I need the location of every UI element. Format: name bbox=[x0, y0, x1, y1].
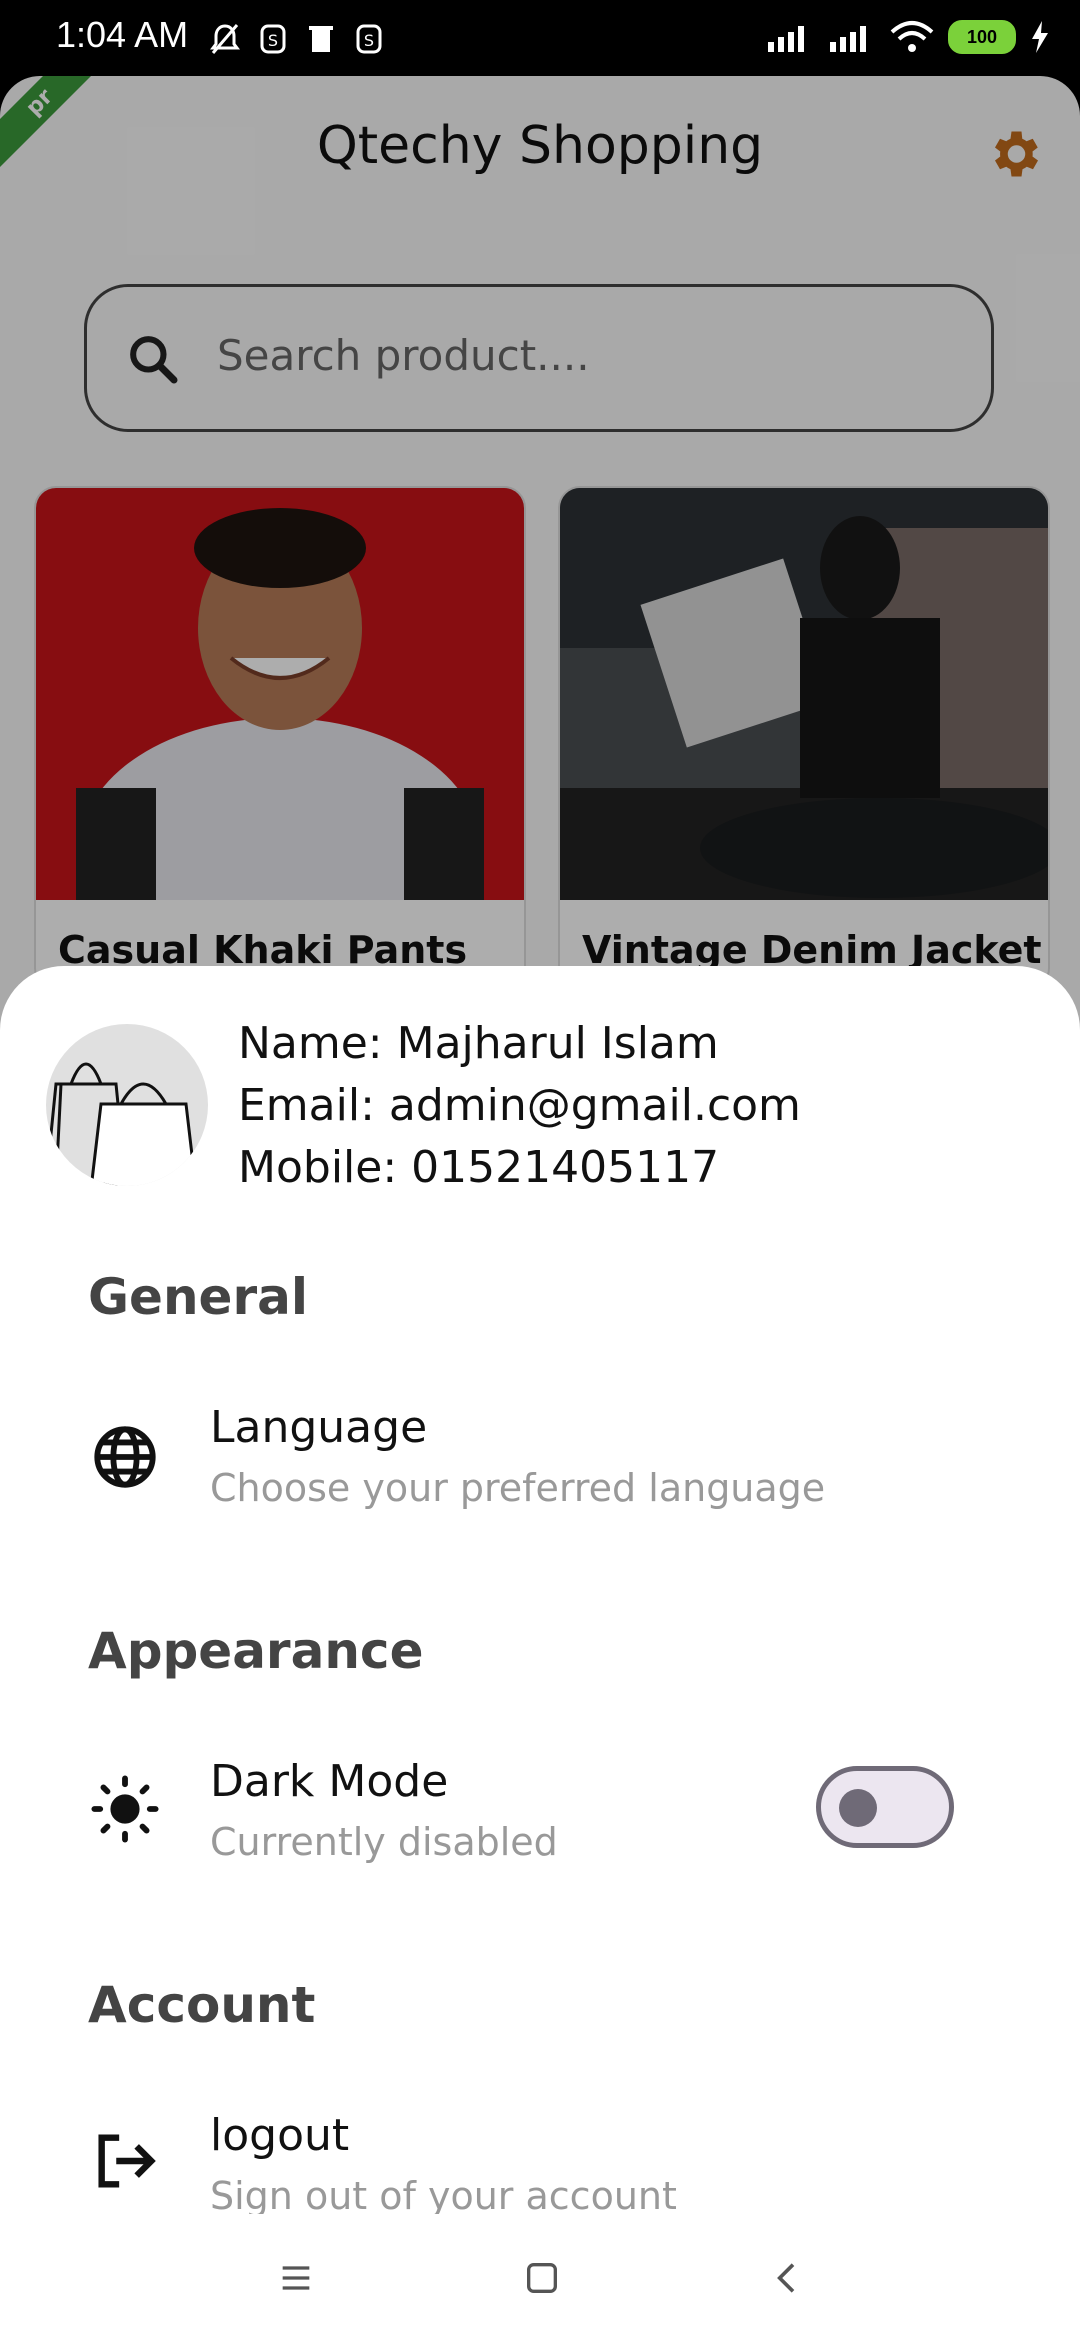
back-icon[interactable] bbox=[768, 2258, 808, 2298]
section-appearance: Appearance bbox=[88, 1622, 424, 1680]
sync-icon-2: S bbox=[356, 24, 382, 54]
sync-icon: S bbox=[260, 24, 286, 54]
profile-email: Email: admin@gmail.com bbox=[238, 1080, 801, 1131]
logout-subtitle: Sign out of your account bbox=[210, 2174, 677, 2218]
profile-mobile: Mobile: 01521405117 bbox=[238, 1142, 720, 1193]
language-subtitle: Choose your preferred language bbox=[210, 1466, 826, 1510]
language-title: Language bbox=[210, 1402, 428, 1453]
notification-icons: S S bbox=[210, 22, 384, 56]
signal-icon-2 bbox=[830, 26, 866, 52]
toggle-thumb bbox=[839, 1789, 877, 1827]
battery-indicator: 100 bbox=[948, 20, 1016, 54]
mute-icon bbox=[210, 24, 240, 54]
trash-icon bbox=[309, 26, 333, 52]
dark-mode-toggle[interactable] bbox=[816, 1766, 954, 1848]
system-icons: 100 bbox=[766, 20, 1050, 54]
logout-title: logout bbox=[210, 2110, 350, 2161]
globe-icon bbox=[94, 1426, 156, 1488]
charging-icon bbox=[1032, 21, 1048, 53]
svg-text:S: S bbox=[364, 31, 374, 50]
profile-name: Name: Majharul Islam bbox=[238, 1018, 719, 1069]
system-navigation-bar bbox=[0, 2214, 1080, 2340]
status-time: 1:04 AM bbox=[56, 14, 189, 55]
dark-mode-subtitle: Currently disabled bbox=[210, 1820, 558, 1864]
home-icon[interactable] bbox=[522, 2258, 562, 2298]
section-general: General bbox=[88, 1268, 308, 1326]
logout-icon bbox=[98, 2134, 156, 2188]
wifi-icon bbox=[890, 21, 934, 52]
sun-icon bbox=[91, 1775, 159, 1843]
settings-bottom-sheet: Name: Majharul Islam Email: admin@gmail.… bbox=[0, 966, 1080, 2266]
menu-icon[interactable] bbox=[276, 2258, 316, 2298]
status-bar: 1:04 AM S S 100 bbox=[0, 0, 1080, 76]
section-account: Account bbox=[88, 1976, 316, 2034]
svg-text:S: S bbox=[268, 31, 278, 50]
avatar bbox=[46, 1024, 208, 1186]
signal-icon bbox=[768, 26, 804, 52]
dark-mode-title: Dark Mode bbox=[210, 1756, 449, 1807]
shopping-bags-icon bbox=[46, 1062, 198, 1186]
